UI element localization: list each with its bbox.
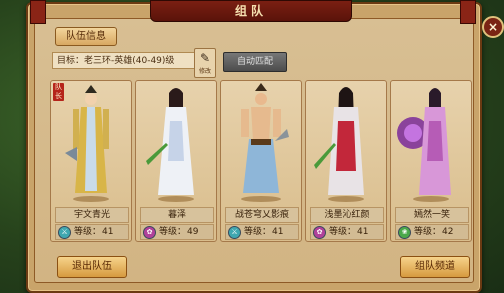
character-portrait xyxy=(146,88,194,202)
member-name: 浅墨沁红颜 xyxy=(310,207,384,223)
level-label: 等级： xyxy=(329,227,357,237)
close-button[interactable]: × xyxy=(482,16,504,38)
member-level: ✿ 等级： 41 xyxy=(310,224,384,240)
corner-flag-left xyxy=(30,0,46,24)
class-icon: ❀ xyxy=(398,226,411,239)
pen-icon: ✎ xyxy=(199,51,211,65)
member-name: 暮泽 xyxy=(140,207,214,223)
class-icon: ⚔ xyxy=(228,226,241,239)
auto-match-button[interactable]: 自动匹配 xyxy=(223,52,287,72)
character-portrait xyxy=(397,88,451,202)
member-level: ✿ 等级： 49 xyxy=(140,224,214,240)
member-level: ⚔ 等级： 41 xyxy=(55,224,129,240)
level-label: 等级： xyxy=(414,227,442,237)
corner-flag-right xyxy=(460,0,476,24)
level-label: 等级： xyxy=(244,227,272,237)
tab-team-info[interactable]: 队伍信息 xyxy=(55,27,117,46)
level-label: 等级： xyxy=(159,227,187,237)
character-portrait xyxy=(314,87,364,202)
member-name: 战苍穹乂影痕 xyxy=(225,207,299,223)
level-value: 42 xyxy=(442,227,454,237)
level-value: 41 xyxy=(102,227,114,237)
team-goal-field: 目标：老三环-英雄(40-49)级 xyxy=(52,52,207,69)
member-level: ⚔ 等级： 41 xyxy=(225,224,299,240)
character-portrait xyxy=(241,83,289,202)
member-card[interactable]: 浅墨沁红颜 ✿ 等级： 41 xyxy=(305,80,387,242)
member-card[interactable]: 队长 宇文青光 ⚔ 等级： 41 xyxy=(50,80,132,242)
class-icon: ✿ xyxy=(313,226,326,239)
level-value: 41 xyxy=(272,227,284,237)
window-title: 组队 xyxy=(150,0,352,22)
close-icon: × xyxy=(487,20,499,34)
level-value: 49 xyxy=(187,227,199,237)
character-portrait xyxy=(65,85,109,202)
member-name: 宇文青光 xyxy=(55,207,129,223)
team-channel-button[interactable]: 组队频道 xyxy=(400,256,470,278)
level-value: 41 xyxy=(357,227,369,237)
member-card[interactable]: 暮泽 ✿ 等级： 49 xyxy=(135,80,217,242)
leave-team-button[interactable]: 退出队伍 xyxy=(57,256,127,278)
edit-goal-label: 修改 xyxy=(198,68,211,75)
member-card[interactable]: 战苍穹乂影痕 ⚔ 等级： 41 xyxy=(220,80,302,242)
class-icon: ⚔ xyxy=(58,226,71,239)
edit-goal-button[interactable]: ✎ 修改 xyxy=(194,48,216,78)
member-level: ❀ 等级： 42 xyxy=(395,224,469,240)
member-card[interactable]: 嫣然一笑 ❀ 等级： 42 xyxy=(390,80,472,242)
class-icon: ✿ xyxy=(143,226,156,239)
level-label: 等级： xyxy=(74,227,102,237)
member-name: 嫣然一笑 xyxy=(395,207,469,223)
